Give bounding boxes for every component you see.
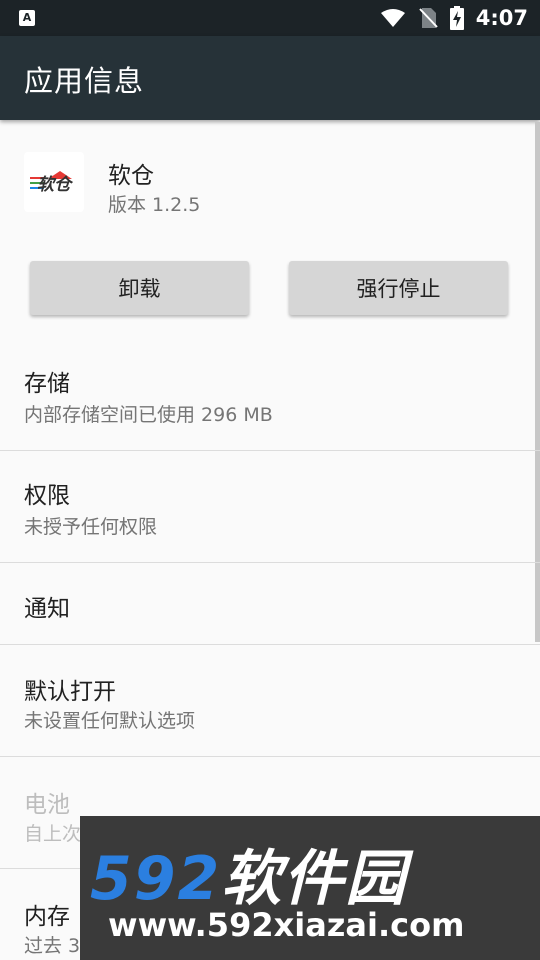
- status-bar: A 4:07: [0, 0, 540, 36]
- open-by-default-subtitle: 未设置任何默认选项: [24, 710, 196, 732]
- battery-title: 电池: [24, 792, 70, 818]
- app-bar: 应用信息: [0, 36, 540, 120]
- notification-a-icon: A: [19, 10, 35, 26]
- page-title: 应用信息: [24, 64, 145, 98]
- permissions-subtitle: 未授予任何权限: [24, 516, 158, 538]
- open-by-default-item[interactable]: 默认打开 未设置任何默认选项: [0, 645, 540, 756]
- app-header: 软仓 软仓 版本 1.2.5: [0, 130, 540, 240]
- watermark-logo: 592软件园: [90, 830, 407, 917]
- wifi-icon: [380, 9, 405, 27]
- status-icons: 4:07: [380, 0, 528, 36]
- app-logo-icon: 软仓: [24, 152, 84, 212]
- open-by-default-title: 默认打开: [24, 679, 116, 705]
- watermark-brand: 软件园: [221, 844, 408, 914]
- notifications-title: 通知: [24, 596, 70, 622]
- notifications-item[interactable]: 通知: [0, 563, 540, 644]
- battery-charging-icon: [449, 6, 464, 30]
- storage-title: 存储: [24, 371, 70, 397]
- uninstall-button[interactable]: 卸载: [30, 261, 249, 315]
- watermark-banner: 592软件园 www.592xiazai.com: [80, 816, 540, 960]
- battery-subtitle: 自上次: [24, 823, 82, 845]
- watermark-number: 592: [90, 844, 222, 914]
- status-time: 4:07: [475, 6, 528, 30]
- no-sim-icon: [419, 8, 438, 28]
- memory-subtitle: 过去 3: [24, 935, 81, 957]
- app-name: 软仓: [108, 163, 154, 189]
- permissions-item[interactable]: 权限 未授予任何权限: [0, 451, 540, 562]
- app-version: 版本 1.2.5: [108, 194, 201, 216]
- watermark-url: www.592xiazai.com: [108, 906, 465, 944]
- force-stop-button[interactable]: 强行停止: [289, 261, 508, 315]
- storage-item[interactable]: 存储 内部存储空间已使用 296 MB: [0, 340, 540, 450]
- permissions-title: 权限: [24, 483, 70, 509]
- storage-subtitle: 内部存储空间已使用 296 MB: [24, 404, 273, 426]
- memory-title: 内存: [24, 904, 70, 930]
- app-logo-text: 软仓: [37, 175, 74, 195]
